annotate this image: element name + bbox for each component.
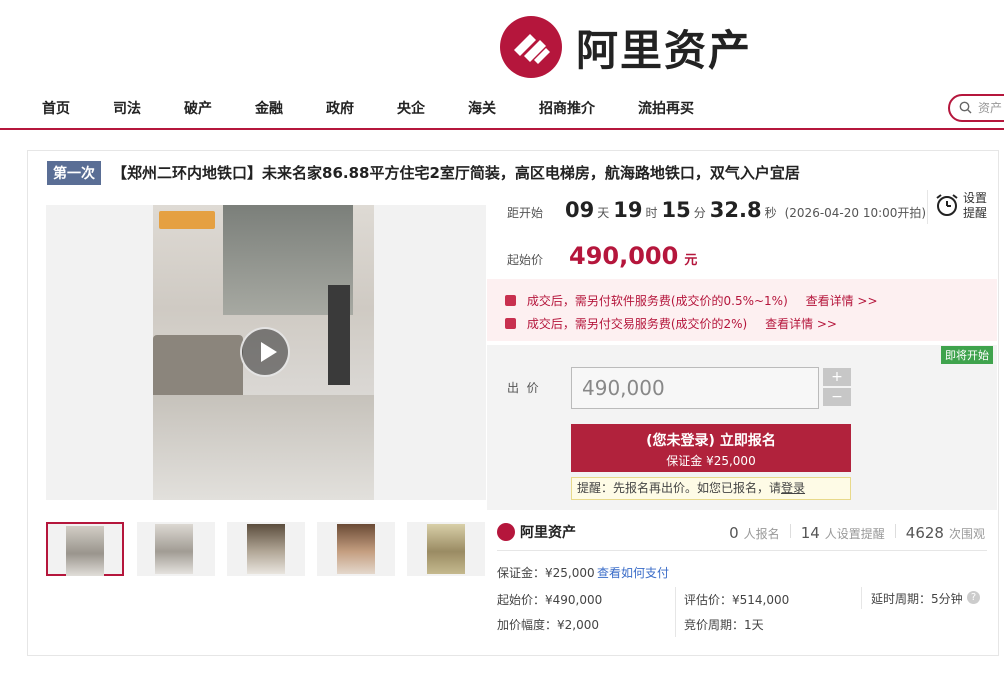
brand-logo-icon [500,16,562,78]
countdown-hours: 19 [613,198,643,222]
countdown-hours-unit: 时 [645,206,658,220]
nav-item-customs[interactable]: 海关 [468,98,496,118]
deposit-text: 保证金：¥25,000 [497,566,595,580]
set-reminder-button[interactable]: 设置提醒 [927,190,991,224]
fee-notice: 成交后，需另付软件服务费(成交价的0.5%~1%) 查看详情 >> 成交后，需另… [487,279,997,341]
set-reminder-label: 设置提醒 [963,191,988,220]
bid-label: 出 价 [507,381,539,395]
nav-item-finance[interactable]: 金融 [255,98,283,118]
fee-text: 成交后，需另付交易服务费(成交价的2%) [526,317,748,331]
login-link[interactable]: 登录 [781,481,805,495]
media-viewer[interactable] [46,205,486,500]
fee-text: 成交后，需另付软件服务费(成交价的0.5%~1%) [526,294,788,308]
stats-brand-name: 阿里资产 [520,525,576,541]
nav-item-judicial[interactable]: 司法 [113,98,141,118]
round-badge: 第一次 [47,161,101,185]
thumbnail-2[interactable] [137,522,215,576]
views-count: 4628 [905,524,944,542]
countdown-start-time: (2026-04-20 10:00开拍) [784,206,927,220]
brand-logo-icon [497,523,515,541]
stats-counts: 0 人报名 14 人设置提醒 4628 次围观 [729,524,985,542]
registrations-label: 人报名 [743,527,780,541]
stats-brand: 阿里资产 [497,522,576,542]
bid-panel: 即将开始 出 价 490,000 + − (您未登录) 立即报名 保证金 ¥25… [487,345,997,510]
nav-item-government[interactable]: 政府 [326,98,354,118]
play-icon[interactable] [240,327,290,377]
nav-item-investment[interactable]: 招商推介 [539,98,595,118]
brand-name: 阿里资产 [576,25,753,75]
nav-item-home[interactable]: 首页 [42,98,70,118]
stats-separator [789,524,791,538]
thumbnail-3[interactable] [227,522,305,576]
countdown-days-unit: 天 [597,206,610,220]
thumbnail-5[interactable] [407,522,485,576]
reminders-label: 人设置提醒 [824,527,885,541]
fee-details-link[interactable]: 查看详情 >> [806,294,878,308]
detail-bid-period: 竞价周期：1天 [684,618,764,632]
alarm-clock-icon [936,194,958,216]
increase-bid-button[interactable]: + [823,368,851,386]
search-input[interactable]: 资产 [948,94,1004,122]
signup-title: (您未登录) 立即报名 [646,433,776,449]
countdown-minutes-unit: 分 [693,206,706,220]
thumbnail-1[interactable] [46,522,124,576]
stats-separator [894,524,896,538]
countdown: 距开始 09 天 19 时 15 分 32.8 秒 (2026-04-20 10… [507,198,926,222]
fee-row-transaction: 成交后，需另付交易服务费(成交价的2%) 查看详情 >> [505,315,837,332]
start-price-value: 490,000 [569,242,679,270]
nav-item-relist[interactable]: 流拍再买 [638,98,694,118]
detail-increment: 加价幅度：¥2,000 [497,618,599,632]
signup-deposit: 保证金 ¥25,000 [666,454,756,468]
brand-logo[interactable]: 阿里资产 [500,16,752,78]
ac-unit-decor [328,285,350,385]
login-tip: 提醒：先报名再出价。如您已报名，请登录 [571,477,851,500]
watermark-logo [159,211,215,229]
start-price-label: 起始价 [507,253,544,267]
price-unit: 元 [684,253,698,268]
thumbnail-4[interactable] [317,522,395,576]
countdown-seconds-unit: 秒 [764,206,777,220]
detail-start-price: 起始价：¥490,000 [497,593,603,607]
help-icon[interactable]: ? [967,591,980,604]
detail-extension: 延时周期：5分钟 [871,592,963,606]
fee-details-link[interactable]: 查看详情 >> [765,317,837,331]
nav-item-bankruptcy[interactable]: 破产 [184,98,212,118]
nav-item-soe[interactable]: 央企 [397,98,425,118]
how-to-pay-link[interactable]: 查看如何支付 [597,564,669,581]
detail-divider [861,587,862,609]
signup-button[interactable]: (您未登录) 立即报名 保证金 ¥25,000 [571,424,851,472]
search-icon [959,101,972,114]
decrease-bid-button[interactable]: − [823,388,851,406]
reminders-count: 14 [800,524,820,542]
floor-decor [153,395,374,500]
detail-appraisal: 评估价：¥514,000 [684,593,790,607]
gift-icon [505,295,516,306]
detail-divider [675,587,676,637]
main-nav: 首页 司法 破产 金融 政府 央企 海关 招商推介 流拍再买 资产 [0,92,1004,130]
countdown-minutes: 15 [661,198,691,222]
search-placeholder: 资产 [978,101,1003,115]
listing-title: 【郑州二环内地铁口】未来名家86.88平方住宅2室厅简装，高区电梯房，航海路地铁… [112,164,800,182]
stats-divider [497,550,987,551]
fee-row-software: 成交后，需另付软件服务费(成交价的0.5%~1%) 查看详情 >> [505,292,878,309]
countdown-seconds: 32.8 [709,198,762,222]
countdown-days: 09 [565,198,595,222]
gift-icon [505,318,516,329]
views-label: 次围观 [948,527,985,541]
start-price-row: 起始价 490,000 元 [507,242,697,270]
tip-text: 提醒：先报名再出价。如您已报名，请 [577,481,782,495]
countdown-label: 距开始 [507,206,544,220]
bid-amount-input[interactable]: 490,000 [571,367,819,409]
registrations-count: 0 [729,524,739,542]
status-badge: 即将开始 [941,346,993,364]
